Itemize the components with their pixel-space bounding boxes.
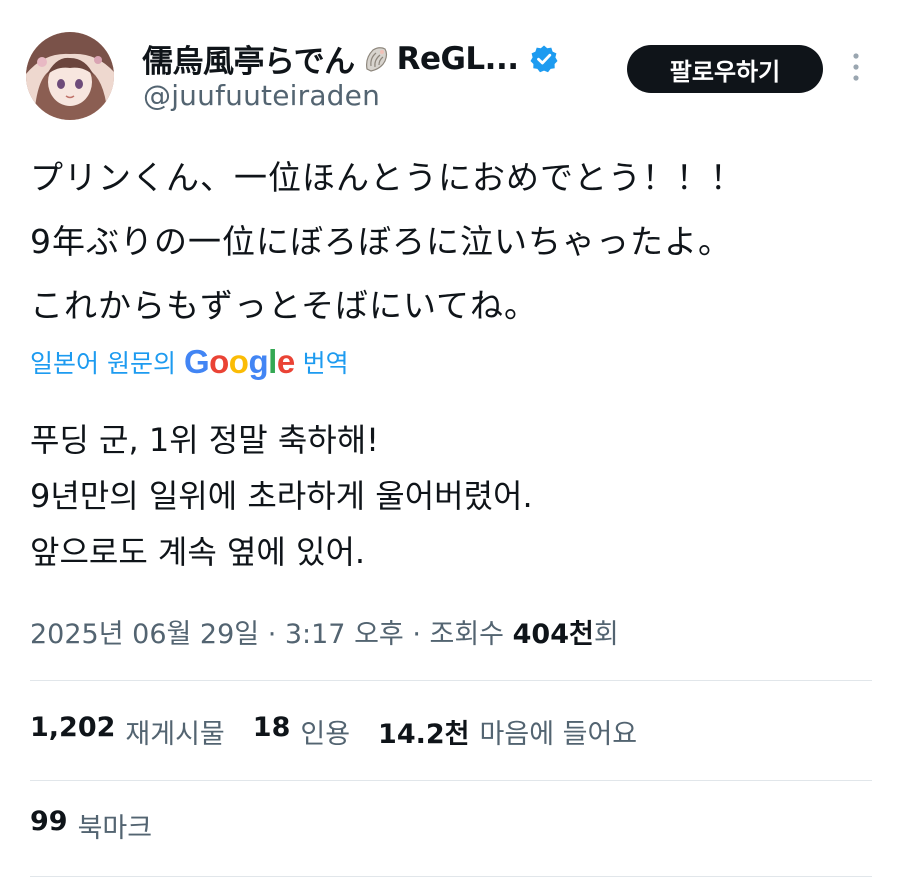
bookmarks-label: 북마크 (77, 813, 153, 844)
reposts-label: 재게시물 (125, 719, 225, 750)
display-name-suffix: ReGL... (396, 40, 519, 77)
avatar-illustration (26, 32, 114, 120)
bookmarks-count: 99 (30, 806, 68, 837)
tweet-line: これからもずっとそばにいてね。 (30, 286, 539, 325)
engagement-stats: 1,202 재게시물 18 인용 14.2천 마음에 들어요 (30, 712, 637, 751)
avatar[interactable] (26, 32, 114, 120)
translation-attribution[interactable]: 일본어 원문의 Google 번역 (30, 342, 349, 382)
likes-label: 마음에 들어요 (479, 719, 638, 750)
translated-text: 푸딩 군, 1위 정말 축하해! 9년만의 일위에 초라하게 울어버렸어. 앞으… (30, 412, 533, 580)
more-vertical-icon[interactable] (846, 50, 866, 84)
translated-line: 푸딩 군, 1위 정말 축하해! (30, 421, 380, 459)
follow-button[interactable]: 팔로우하기 (627, 45, 823, 93)
reposts-stat[interactable]: 1,202 재게시물 (30, 712, 225, 751)
google-logo: Google (183, 343, 295, 380)
reposts-count: 1,202 (30, 712, 116, 743)
translation-prefix: 일본어 원문의 (30, 349, 176, 378)
quotes-stat[interactable]: 18 인용 (253, 712, 350, 751)
views-suffix: 회 (593, 619, 619, 650)
quotes-count: 18 (252, 712, 291, 743)
user-handle[interactable]: @juufuuteiraden (143, 79, 380, 112)
divider (30, 780, 872, 781)
divider (30, 876, 872, 877)
likes-stat[interactable]: 14.2천 마음에 들어요 (378, 712, 637, 751)
translation-suffix: 번역 (302, 349, 349, 378)
tweet-line: プリンくん、一位ほんとうにおめでとう！！！ (30, 158, 744, 197)
divider (30, 680, 872, 681)
timestamp[interactable]: 2025년 06월 29일 · 3:17 오후 · 조회수 (30, 619, 504, 650)
tweet-line: 9年ぶりの一位にぼろぼろに泣いちゃったよ。 (30, 222, 732, 261)
tweet-text: プリンくん、一位ほんとうにおめでとう！！！ 9年ぶりの一位にぼろぼろに泣いちゃっ… (30, 146, 744, 338)
bookmarks-stat[interactable]: 99 북마크 (30, 806, 152, 845)
conch-shell-icon (361, 44, 391, 74)
tweet-meta: 2025년 06월 29일 · 3:17 오후 · 조회수 404천회 (30, 612, 619, 651)
display-name-text: 儒烏風亭らでん (142, 44, 355, 80)
verified-badge-icon[interactable] (529, 44, 559, 74)
likes-count: 14.2천 (378, 719, 470, 750)
translated-line: 앞으로도 계속 옆에 있어. (30, 533, 366, 571)
translated-line: 9년만의 일위에 초라하게 울어버렸어. (30, 477, 533, 515)
display-name[interactable]: 儒烏風亭らでん ReGL... (142, 36, 559, 81)
views-count: 404천 (512, 619, 594, 650)
quotes-label: 인용 (300, 719, 351, 750)
